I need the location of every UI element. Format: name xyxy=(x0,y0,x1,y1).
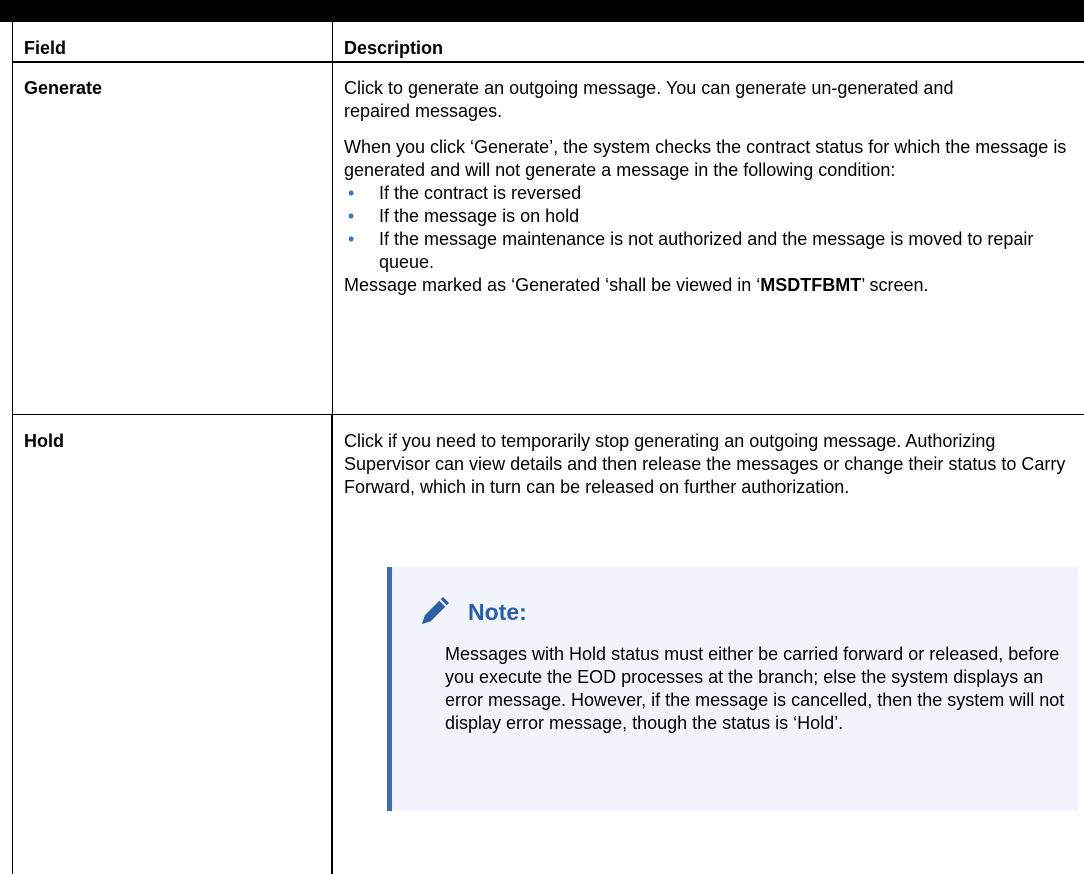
header-underline xyxy=(12,61,1084,63)
generate-desc-p1: Click to generate an outgoing message. Y… xyxy=(344,78,954,121)
row-generate-field: Generate xyxy=(24,78,103,98)
generate-desc-p2: When you click ‘Generate’, the system ch… xyxy=(344,137,1067,180)
column-divider xyxy=(332,22,333,874)
list-item: • If the message is on hold xyxy=(348,206,580,226)
note-title: Note: xyxy=(468,599,527,625)
generate-condition-list: • If the contract is reversed • If the mes… xyxy=(344,182,1080,274)
pencil-icon xyxy=(418,592,454,633)
note-body: Messages with Hold status must either be… xyxy=(445,644,1065,733)
bullet-icon: • xyxy=(348,183,355,203)
list-item: • If the contract is reversed xyxy=(348,183,582,203)
generate-desc-p3: Message marked as ‘Generated ‘shall be v… xyxy=(344,275,929,295)
table-border-left-lower-2 xyxy=(331,415,332,874)
row-hold-description: Click if you need to temporarily stop ge… xyxy=(344,431,1066,497)
list-item: • If the message maintenance is not autho… xyxy=(348,229,1034,272)
note-header: Note: xyxy=(418,592,527,633)
top-bar xyxy=(0,0,1084,22)
row-divider xyxy=(12,414,1084,415)
bullet-icon: • xyxy=(348,206,355,226)
bullet-icon: • xyxy=(348,229,355,249)
header-field: Field xyxy=(24,38,67,58)
table-border-left xyxy=(12,22,13,415)
header-description: Description xyxy=(344,38,444,58)
row-hold-field: Hold xyxy=(24,431,64,451)
note-box: Note: Messages with Hold status must eit… xyxy=(387,567,1078,811)
row-generate-description: Click to generate an outgoing message. Y… xyxy=(344,77,1080,297)
screen-code: MSDTFBMT xyxy=(760,275,862,295)
table-border-left-lower xyxy=(12,415,13,874)
